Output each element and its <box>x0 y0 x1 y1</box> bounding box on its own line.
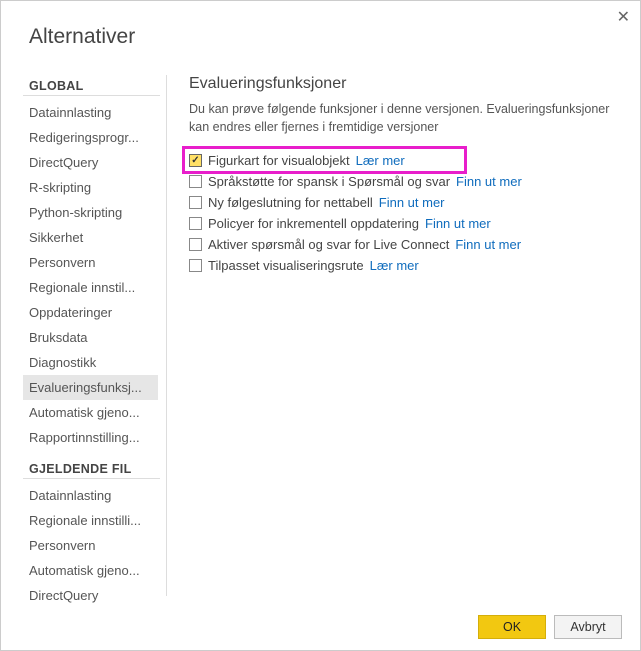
checkbox[interactable] <box>189 238 202 251</box>
sidebar-item[interactable]: Rapportinnstilling... <box>23 425 158 450</box>
sidebar-item[interactable]: Evalueringsfunksj... <box>23 375 158 400</box>
option-label: Figurkart for visualobjekt <box>208 153 350 168</box>
checkbox[interactable] <box>189 259 202 272</box>
sidebar-item[interactable]: R-skripting <box>23 175 158 200</box>
option-row: Figurkart for visualobjekt Lær mer <box>189 150 616 171</box>
option-label: Språkstøtte for spansk i Spørsmål og sva… <box>208 174 450 189</box>
dialog-footer: OK Avbryt <box>1 604 640 650</box>
learn-more-link[interactable]: Finn ut mer <box>455 237 521 252</box>
sidebar: GLOBALDatainnlastingRedigeringsprogr...D… <box>1 67 166 604</box>
option-label: Tilpasset visualiseringsrute <box>208 258 364 273</box>
sidebar-item[interactable]: Redigeringsprogr... <box>23 125 158 150</box>
option-row: Ny følgeslutning for nettabell Finn ut me… <box>189 192 616 213</box>
sidebar-item[interactable]: DirectQuery <box>23 583 158 604</box>
checkbox[interactable] <box>189 175 202 188</box>
learn-more-link[interactable]: Lær mer <box>370 258 419 273</box>
checkbox[interactable] <box>189 154 202 167</box>
group-header-global: GLOBAL <box>23 67 160 96</box>
ok-button[interactable]: OK <box>478 615 546 639</box>
dialog-title: Alternativer <box>1 1 640 67</box>
option-row: Tilpasset visualiseringsrute Lær mer <box>189 255 616 276</box>
learn-more-link[interactable]: Finn ut mer <box>379 195 445 210</box>
sidebar-item[interactable]: Diagnostikk <box>23 350 158 375</box>
sidebar-item[interactable]: Regionale innstilli... <box>23 508 158 533</box>
options-dialog: ✕ Alternativer GLOBALDatainnlastingRedig… <box>0 0 641 651</box>
sidebar-item[interactable]: Bruksdata <box>23 325 158 350</box>
learn-more-link[interactable]: Finn ut mer <box>456 174 522 189</box>
cancel-button[interactable]: Avbryt <box>554 615 622 639</box>
options-list: Figurkart for visualobjekt Lær mer Språkst… <box>189 150 616 276</box>
sidebar-item[interactable]: Datainnlasting <box>23 483 158 508</box>
section-title: Evalueringsfunksjoner <box>189 75 616 93</box>
option-row: Aktiver spørsmål og svar for Live Connec… <box>189 234 616 255</box>
sidebar-item[interactable]: Oppdateringer <box>23 300 158 325</box>
sidebar-item[interactable]: Python-skripting <box>23 200 158 225</box>
sidebar-item[interactable]: Datainnlasting <box>23 100 158 125</box>
sidebar-item[interactable]: Sikkerhet <box>23 225 158 250</box>
sidebar-item[interactable]: Personvern <box>23 250 158 275</box>
dialog-body: GLOBALDatainnlastingRedigeringsprogr...D… <box>1 67 640 650</box>
option-label: Policyer for inkrementell oppdatering <box>208 216 419 231</box>
sidebar-item[interactable]: Personvern <box>23 533 158 558</box>
option-label: Ny følgeslutning for nettabell <box>208 195 373 210</box>
option-label: Aktiver spørsmål og svar for Live Connec… <box>208 237 449 252</box>
sidebar-item[interactable]: DirectQuery <box>23 150 158 175</box>
learn-more-link[interactable]: Lær mer <box>356 153 405 168</box>
learn-more-link[interactable]: Finn ut mer <box>425 216 491 231</box>
group-header-current-file: GJELDENDE FIL <box>23 450 160 479</box>
sidebar-item[interactable]: Automatisk gjeno... <box>23 558 158 583</box>
content-panel: Evalueringsfunksjoner Du kan prøve følge… <box>167 67 640 604</box>
close-icon[interactable]: ✕ <box>617 7 630 27</box>
sidebar-item[interactable]: Regionale innstil... <box>23 275 158 300</box>
checkbox[interactable] <box>189 196 202 209</box>
checkbox[interactable] <box>189 217 202 230</box>
sidebar-item[interactable]: Automatisk gjeno... <box>23 400 158 425</box>
section-description: Du kan prøve følgende funksjoner i denne… <box>189 101 616 136</box>
option-row: Språkstøtte for spansk i Spørsmål og sva… <box>189 171 616 192</box>
option-row: Policyer for inkrementell oppdatering Fin… <box>189 213 616 234</box>
